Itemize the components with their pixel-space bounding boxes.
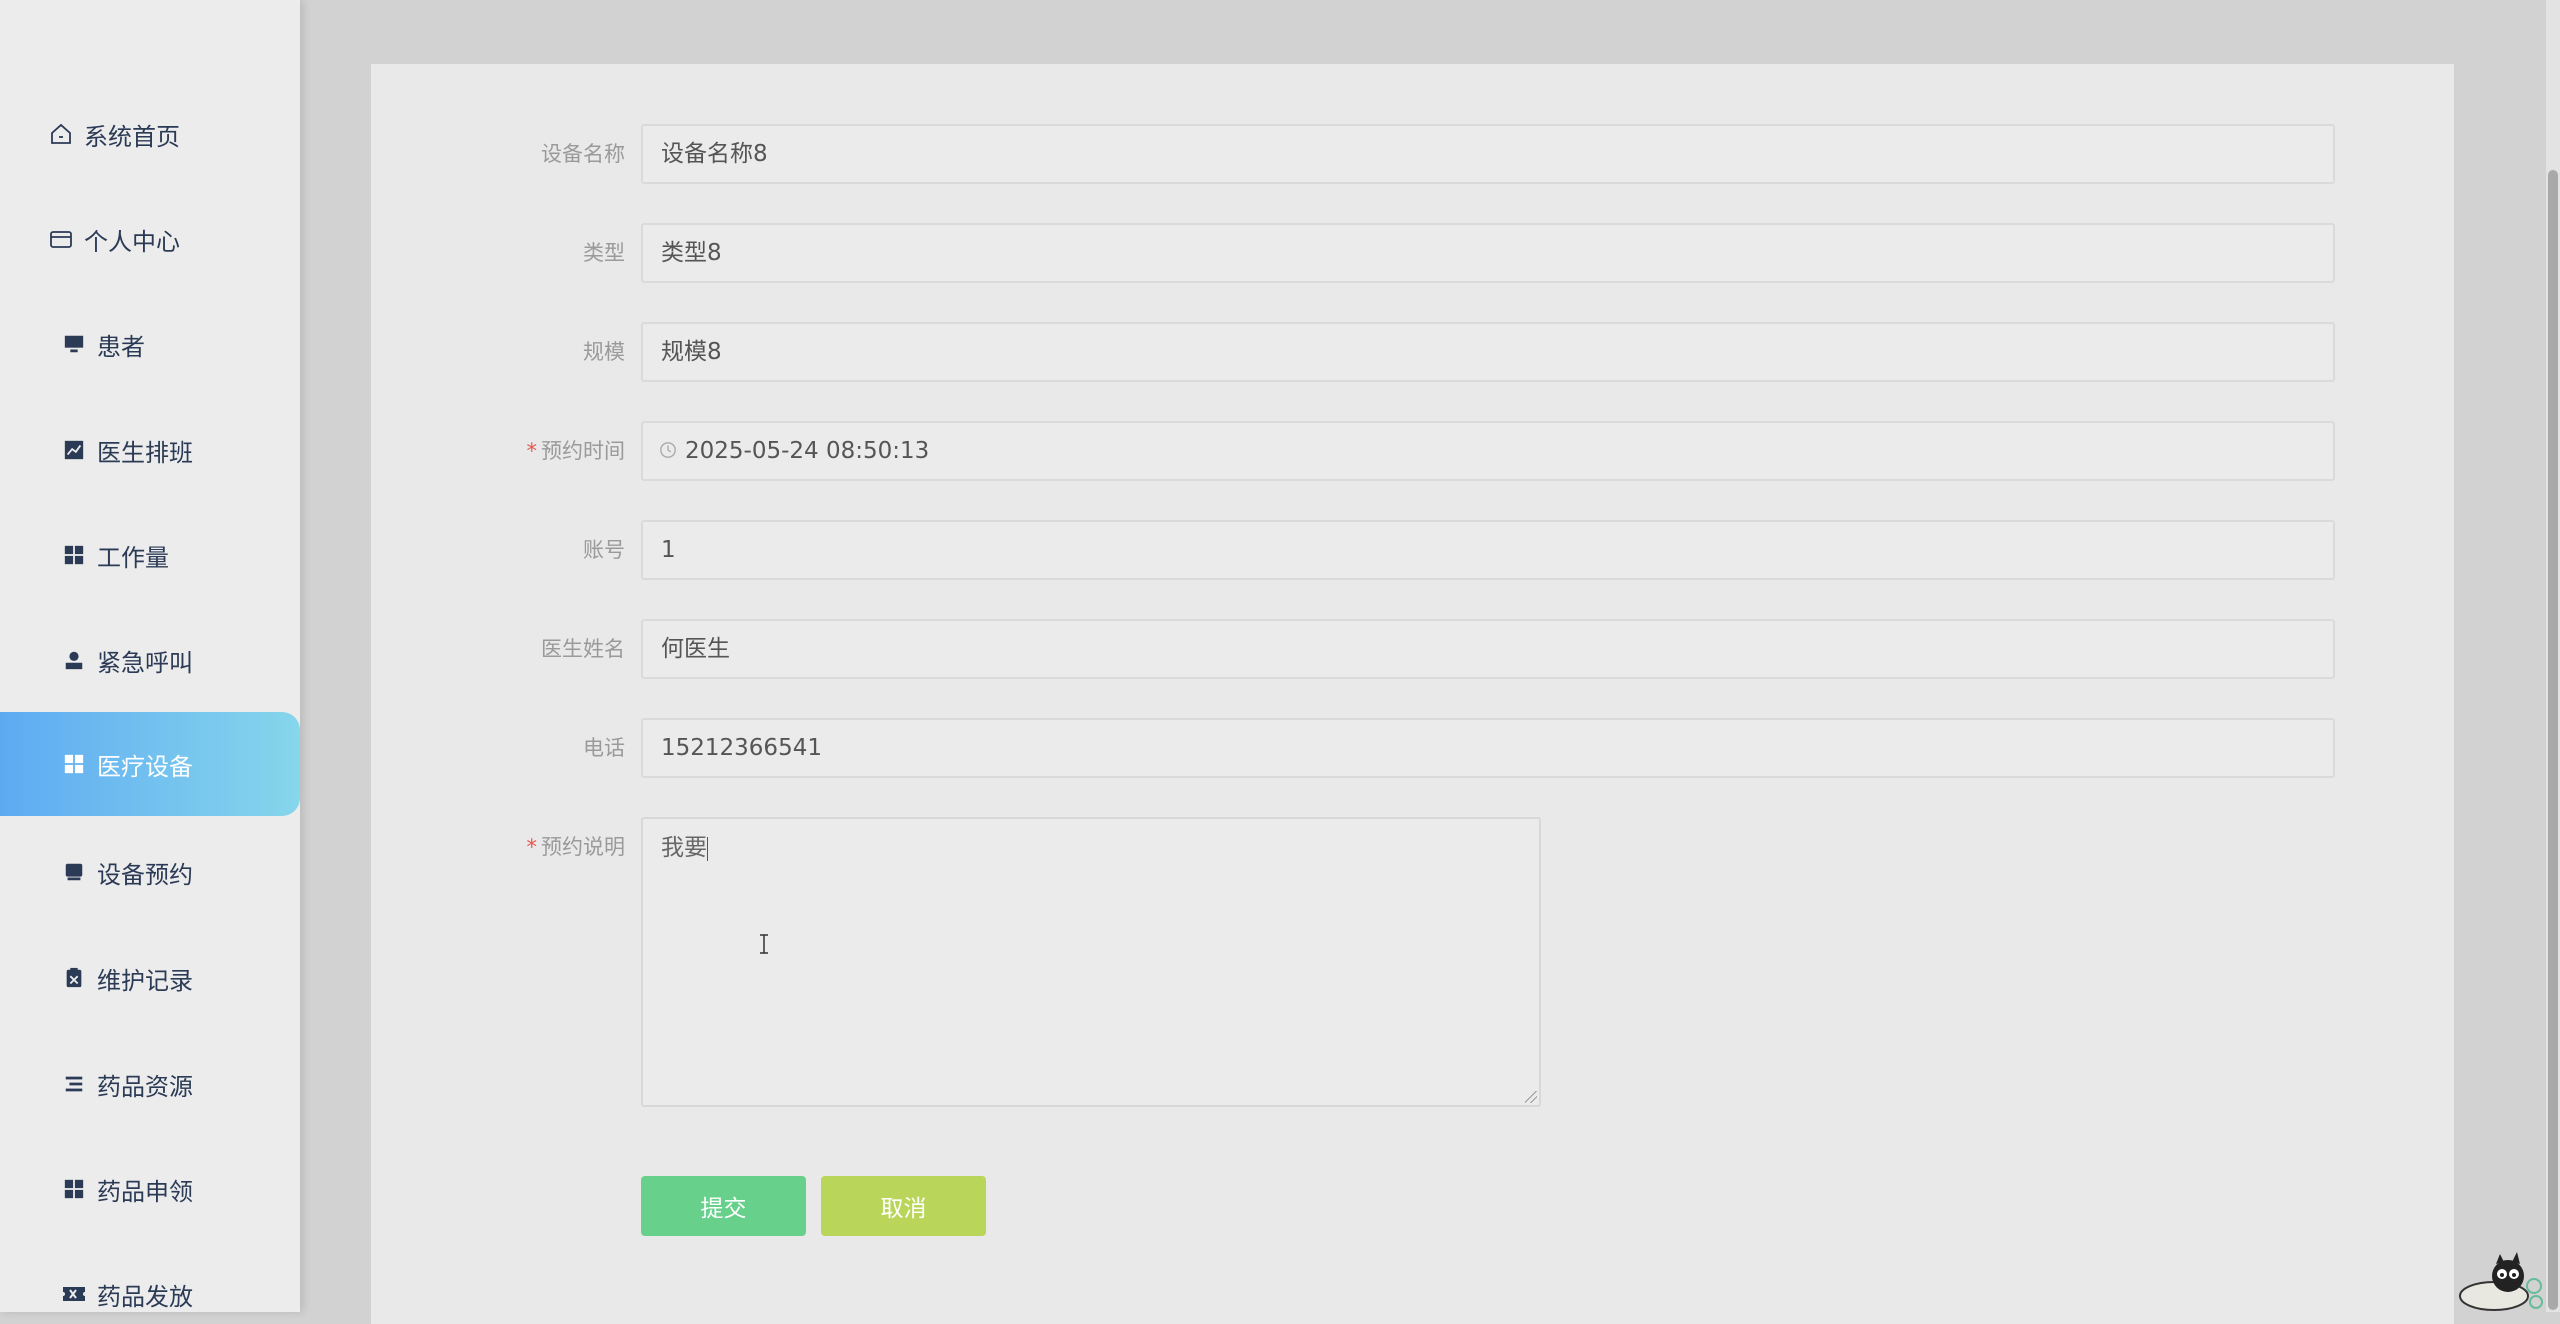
required-mark: * [526,439,538,463]
monitor-icon [61,331,87,357]
sidebar-item-drug-request[interactable]: 药品申领 [0,1137,300,1241]
phone-input[interactable]: 15212366541 [641,718,2335,778]
type-input[interactable]: 类型8 [641,223,2335,283]
text-caret [707,836,708,861]
field-label: 账号 [583,538,625,562]
field-label: 设备名称 [541,142,625,166]
mascot-widget[interactable] [2454,1246,2544,1312]
clipboard-icon [61,965,87,991]
sidebar-item-label: 患者 [97,332,145,361]
sidebar: 系统首页 个人中心 患者 医生排班 工作量 紧急呼叫 医疗设备 设备预约 维护记… [0,0,300,1312]
grid-icon [61,751,87,777]
user-icon [61,647,87,673]
scrollbar-thumb[interactable] [2548,170,2558,1310]
sidebar-item-workload[interactable]: 工作量 [0,503,300,607]
sidebar-item-drug-resources[interactable]: 药品资源 [0,1032,300,1136]
field-label: * 预约时间 [526,439,626,463]
clock-icon [659,424,677,480]
list-icon [61,1071,87,1097]
sidebar-item-label: 医疗设备 [97,752,193,781]
account-input[interactable]: 1 [641,520,2335,580]
description-textarea[interactable]: 我要 [641,817,1541,1107]
sidebar-item-label: 药品发放 [97,1282,193,1311]
equipment-name-input[interactable]: 设备名称8 [641,124,2335,184]
sidebar-item-label: 系统首页 [84,122,180,151]
sidebar-item-label: 医生排班 [97,438,193,467]
wallet-icon [48,226,74,252]
text-cursor-icon [758,934,770,958]
form-card: 设备名称 设备名称8 类型 类型8 规模 规模8 * 预约时间 2025-05-2… [371,64,2454,1324]
sidebar-item-equipment-booking[interactable]: 设备预约 [0,820,300,924]
sidebar-item-profile[interactable]: 个人中心 [0,187,300,291]
sidebar-item-label: 维护记录 [97,966,193,995]
field-label: 类型 [583,241,625,265]
submit-button[interactable]: 提交 [641,1176,806,1236]
grid-icon [61,1176,87,1202]
field-label: 电话 [583,736,625,760]
field-label: * 预约说明 [526,835,626,859]
doctor-name-input[interactable]: 何医生 [641,619,2335,679]
sidebar-item-label: 工作量 [97,543,169,572]
ticket-icon [61,1281,87,1307]
sidebar-item-emergency[interactable]: 紧急呼叫 [0,608,300,712]
sidebar-item-home[interactable]: 系统首页 [0,82,300,186]
field-label: 规模 [583,340,625,364]
home-icon [48,121,74,147]
description-text: 我要 [661,835,707,861]
field-label: 医生姓名 [541,637,625,661]
sidebar-item-maintenance[interactable]: 维护记录 [0,926,300,1030]
cancel-button[interactable]: 取消 [821,1176,986,1236]
sidebar-item-label: 紧急呼叫 [97,648,193,677]
sidebar-item-label: 个人中心 [84,227,180,256]
sidebar-item-patient[interactable]: 患者 [0,292,300,396]
sidebar-item-medical-equipment[interactable]: 医疗设备 [0,712,300,816]
sidebar-item-drug-dispense[interactable]: 药品发放 [0,1242,300,1312]
booking-time-value: 2025-05-24 08:50:13 [685,438,930,464]
sidebar-item-label: 药品申领 [97,1177,193,1206]
chart-icon [61,437,87,463]
sidebar-item-label: 药品资源 [97,1072,193,1101]
required-mark: * [526,835,538,859]
resize-handle[interactable] [1525,1091,1537,1103]
sidebar-item-label: 设备预约 [97,860,193,889]
scale-input[interactable]: 规模8 [641,322,2335,382]
booking-time-picker[interactable]: 2025-05-24 08:50:13 [641,421,2335,481]
sidebar-item-schedule[interactable]: 医生排班 [0,398,300,502]
tray-icon [61,859,87,885]
grid-icon [61,542,87,568]
page-scrollbar[interactable] [2546,0,2560,1312]
